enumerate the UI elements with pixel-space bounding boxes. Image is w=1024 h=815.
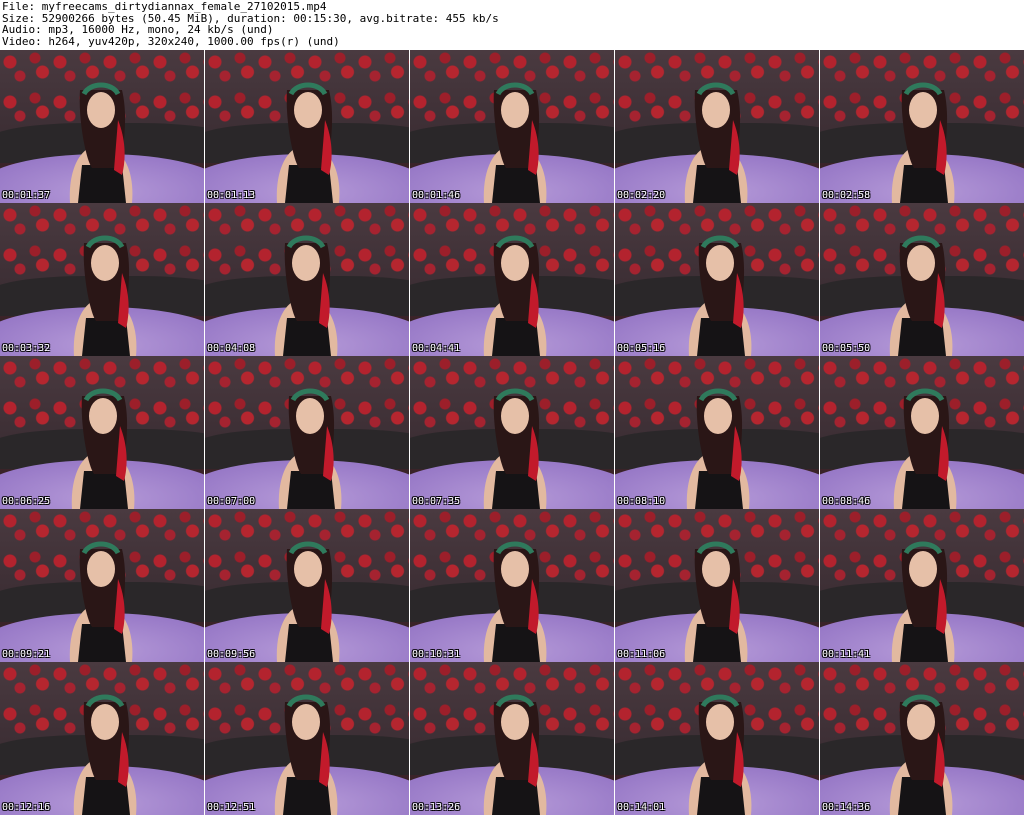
video-thumbnail: 00:05:50 xyxy=(820,203,1024,356)
video-thumbnail: 00:05:16 xyxy=(615,203,819,356)
webcam-person-silhouette xyxy=(889,235,953,356)
thumbnail-timestamp: 00:11:06 xyxy=(617,649,666,660)
video-thumbnail: 00:02:20 xyxy=(615,50,819,203)
webcam-person-silhouette xyxy=(278,388,342,509)
video-thumbnail: 00:12:16 xyxy=(0,662,204,815)
webcam-person-silhouette xyxy=(73,235,137,356)
video-thumbnail: 00:11:41 xyxy=(820,509,1024,662)
thumbnail-timestamp: 00:12:16 xyxy=(2,802,51,813)
webcam-person-silhouette xyxy=(889,694,953,815)
video-thumbnail: 00:07:35 xyxy=(410,356,614,509)
webcam-person-silhouette xyxy=(73,694,137,815)
file-info-header: File: myfreecams_dirtydiannax_female_271… xyxy=(2,1,499,47)
webcam-person-silhouette xyxy=(684,82,748,203)
video-thumbnail: 00:14:01 xyxy=(615,662,819,815)
thumbnail-timestamp: 00:07:35 xyxy=(412,496,461,507)
video-thumbnail: 00:01:37 xyxy=(0,50,204,203)
video-thumbnail: 00:13:26 xyxy=(410,662,614,815)
video-thumbnail: 00:01:46 xyxy=(410,50,614,203)
webcam-person-silhouette xyxy=(276,82,340,203)
video-thumbnail: 00:10:31 xyxy=(410,509,614,662)
thumbnail-timestamp: 00:05:16 xyxy=(617,343,666,354)
video-thumbnail: 00:04:41 xyxy=(410,203,614,356)
video-thumbnail: 00:09:21 xyxy=(0,509,204,662)
video-thumbnail: 00:11:06 xyxy=(615,509,819,662)
webcam-person-silhouette xyxy=(69,82,133,203)
thumbnail-timestamp: 00:09:56 xyxy=(207,649,256,660)
file-name-line: File: myfreecams_dirtydiannax_female_271… xyxy=(2,0,327,13)
thumbnail-grid: 00:01:37 00:01:13 00:01:46 00:02:20 00:02:58… xyxy=(0,50,1024,815)
thumbnail-timestamp: 00:02:58 xyxy=(822,190,871,201)
thumbnail-timestamp: 00:06:25 xyxy=(2,496,51,507)
thumbnail-timestamp: 00:01:37 xyxy=(2,190,51,201)
video-thumbnail: 00:04:08 xyxy=(205,203,409,356)
thumbnail-timestamp: 00:03:32 xyxy=(2,343,51,354)
thumbnail-timestamp: 00:12:51 xyxy=(207,802,256,813)
thumbnail-timestamp: 00:14:36 xyxy=(822,802,871,813)
thumbnail-timestamp: 00:14:01 xyxy=(617,802,666,813)
thumbnail-timestamp: 00:04:08 xyxy=(207,343,256,354)
thumbnail-timestamp: 00:11:41 xyxy=(822,649,871,660)
webcam-person-silhouette xyxy=(483,694,547,815)
video-thumbnail: 00:02:58 xyxy=(820,50,1024,203)
thumbnail-timestamp: 00:01:46 xyxy=(412,190,461,201)
video-thumbnail: 00:14:36 xyxy=(820,662,1024,815)
webcam-person-silhouette xyxy=(688,694,752,815)
video-info-line: Video: h264, yuv420p, 320x240, 1000.00 f… xyxy=(2,34,340,48)
thumbnail-timestamp: 00:07:00 xyxy=(207,496,256,507)
webcam-person-silhouette xyxy=(483,541,547,662)
video-thumbnail: 00:08:10 xyxy=(615,356,819,509)
webcam-person-silhouette xyxy=(891,82,955,203)
thumbnail-timestamp: 00:13:26 xyxy=(412,802,461,813)
thumbnail-timestamp: 00:04:41 xyxy=(412,343,461,354)
webcam-person-silhouette xyxy=(483,82,547,203)
video-thumbnail: 00:08:46 xyxy=(820,356,1024,509)
webcam-person-silhouette xyxy=(686,388,750,509)
webcam-person-silhouette xyxy=(483,388,547,509)
thumbnail-timestamp: 00:05:50 xyxy=(822,343,871,354)
video-thumbnail: 00:03:32 xyxy=(0,203,204,356)
webcam-person-silhouette xyxy=(483,235,547,356)
video-thumbnail: 00:07:00 xyxy=(205,356,409,509)
thumbnail-timestamp: 00:09:21 xyxy=(2,649,51,660)
webcam-person-silhouette xyxy=(274,235,338,356)
thumbnail-timestamp: 00:08:10 xyxy=(617,496,666,507)
audio-info-line: Audio: mp3, 16000 Hz, mono, 24 kb/s (und… xyxy=(2,23,274,36)
thumbnail-timestamp: 00:01:13 xyxy=(207,190,256,201)
thumbnail-timestamp: 00:08:46 xyxy=(822,496,871,507)
thumbnail-timestamp: 00:02:20 xyxy=(617,190,666,201)
webcam-person-silhouette xyxy=(893,388,957,509)
webcam-person-silhouette xyxy=(71,388,135,509)
webcam-person-silhouette xyxy=(69,541,133,662)
video-thumbnail: 00:09:56 xyxy=(205,509,409,662)
webcam-person-silhouette xyxy=(688,235,752,356)
webcam-person-silhouette xyxy=(276,541,340,662)
video-thumbnail: 00:01:13 xyxy=(205,50,409,203)
webcam-person-silhouette xyxy=(891,541,955,662)
video-thumbnail: 00:12:51 xyxy=(205,662,409,815)
thumbnail-timestamp: 00:10:31 xyxy=(412,649,461,660)
webcam-person-silhouette xyxy=(274,694,338,815)
video-thumbnail: 00:06:25 xyxy=(0,356,204,509)
webcam-person-silhouette xyxy=(684,541,748,662)
